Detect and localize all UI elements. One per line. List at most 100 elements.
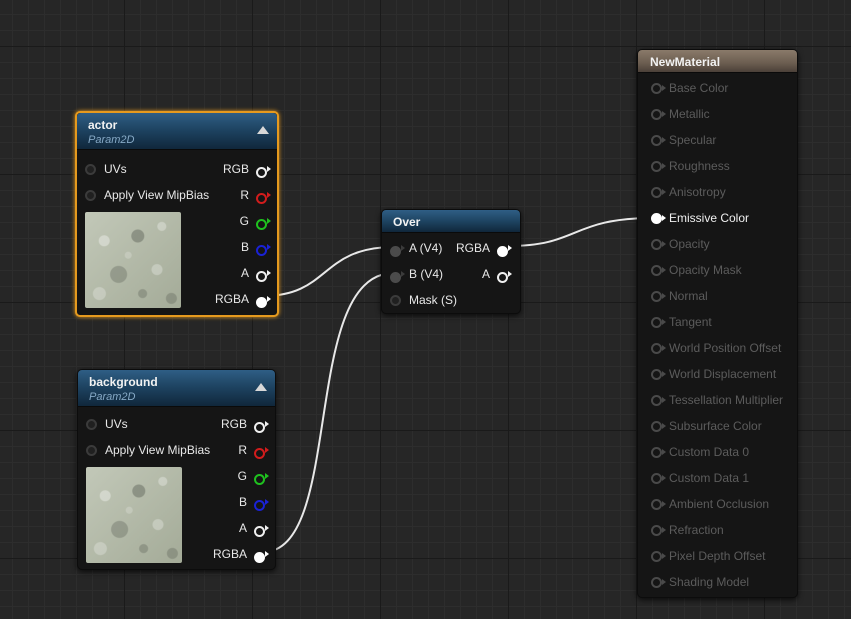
pin-label: Roughness xyxy=(669,159,730,173)
texture-preview xyxy=(86,467,182,563)
pin-rgba[interactable]: RGBA xyxy=(207,291,271,308)
pin-label: A (V4) xyxy=(409,241,443,255)
pin-icon[interactable] xyxy=(86,445,97,456)
node-title: NewMaterial xyxy=(650,55,721,69)
pin-label: World Displacement xyxy=(669,367,777,381)
node-header[interactable]: NewMaterial xyxy=(638,50,797,73)
node-header[interactable]: actor Param2D xyxy=(77,113,277,150)
pin-a[interactable]: A xyxy=(205,520,269,537)
pin-icon[interactable] xyxy=(254,549,269,563)
pin-icon[interactable] xyxy=(256,216,271,230)
pin-icon[interactable] xyxy=(497,269,512,283)
pin-icon[interactable] xyxy=(651,161,666,172)
pin-label: A xyxy=(238,521,247,535)
pin-label: UVs xyxy=(104,162,127,176)
pin-icon[interactable] xyxy=(256,190,271,204)
pin-b[interactable]: B xyxy=(205,494,269,511)
pin-label: RGBA xyxy=(455,241,490,255)
node-material-result[interactable]: NewMaterial Base Color Metallic Specular Ro… xyxy=(637,49,798,598)
collapse-arrow-icon[interactable] xyxy=(255,383,267,391)
pin-icon[interactable] xyxy=(651,317,666,328)
node-header[interactable]: background Param2D xyxy=(78,370,275,407)
pin-label: Ambient Occlusion xyxy=(669,497,770,511)
graph-canvas[interactable]: actor Param2D UVs Apply View MipBias RGB… xyxy=(0,0,851,619)
pin-rgb[interactable]: RGB xyxy=(205,416,269,433)
pin-icon[interactable] xyxy=(651,109,666,120)
pin-g[interactable]: G xyxy=(207,213,271,230)
pin-label: Custom Data 0 xyxy=(669,445,750,459)
node-background[interactable]: background Param2D UVs Apply View MipBia… xyxy=(77,369,276,570)
pin-icon[interactable] xyxy=(390,295,401,306)
pin-a[interactable]: A xyxy=(448,266,512,283)
pin-label: RGBA xyxy=(214,292,249,306)
pin-icon[interactable] xyxy=(256,242,271,256)
wire-over-rgba-to-emissive[interactable] xyxy=(507,217,655,247)
pin-label: Tangent xyxy=(669,315,712,329)
node-header[interactable]: Over xyxy=(382,210,520,233)
pin-icon[interactable] xyxy=(254,445,269,459)
pin-a[interactable]: A xyxy=(207,265,271,282)
pin-icon[interactable] xyxy=(651,369,666,380)
pin-label: UVs xyxy=(105,417,128,431)
pin-icon[interactable] xyxy=(651,239,666,250)
pin-icon[interactable] xyxy=(390,269,405,283)
pin-icon[interactable] xyxy=(651,395,666,406)
collapse-arrow-icon[interactable] xyxy=(257,126,269,134)
pin-icon[interactable] xyxy=(651,551,666,562)
pin-icon[interactable] xyxy=(497,243,512,257)
node-title: Over xyxy=(393,215,421,229)
pin-rgb[interactable]: RGB xyxy=(207,161,271,178)
pin-label: World Position Offset xyxy=(669,341,782,355)
pin-icon[interactable] xyxy=(651,577,666,588)
pin-label: RGBA xyxy=(212,547,247,561)
pin-label: R xyxy=(240,188,249,202)
pin-icon[interactable] xyxy=(254,497,269,511)
pin-label: B (V4) xyxy=(409,267,444,281)
node-title: background xyxy=(89,375,158,389)
pin-icon[interactable] xyxy=(651,291,666,302)
pin-icon[interactable] xyxy=(254,419,269,433)
pin-icon[interactable] xyxy=(651,473,666,484)
pin-icon[interactable] xyxy=(651,525,666,536)
pin-label: G xyxy=(239,214,249,228)
pin-icon[interactable] xyxy=(651,343,666,354)
pin-icon[interactable] xyxy=(256,164,271,178)
wire-actor-rgba-to-over-a[interactable] xyxy=(262,246,395,297)
pin-icon[interactable] xyxy=(86,419,97,430)
pin-r[interactable]: R xyxy=(205,442,269,459)
pin-icon[interactable] xyxy=(85,164,96,175)
pin-icon[interactable] xyxy=(651,421,666,432)
pin-icon[interactable] xyxy=(651,213,666,224)
pin-icon[interactable] xyxy=(651,83,666,94)
node-subtitle: Param2D xyxy=(88,134,135,146)
pin-b[interactable]: B xyxy=(207,239,271,256)
pin-icon[interactable] xyxy=(254,523,269,537)
pin-label: B xyxy=(238,495,247,509)
pin-label: Opacity xyxy=(669,237,710,251)
pin-icon[interactable] xyxy=(651,135,666,146)
pin-icon[interactable] xyxy=(256,268,271,282)
wire-background-rgba-to-over-b[interactable] xyxy=(262,272,395,553)
pin-icon[interactable] xyxy=(651,187,666,198)
pin-icon[interactable] xyxy=(390,243,405,257)
pin-rgba[interactable]: RGBA xyxy=(205,546,269,563)
pin-icon[interactable] xyxy=(256,294,271,308)
pin-icon[interactable] xyxy=(651,265,666,276)
pin-icon[interactable] xyxy=(254,471,269,485)
pin-label: Metallic xyxy=(669,107,710,121)
pin-label: G xyxy=(237,469,247,483)
pin-label: A xyxy=(481,267,490,281)
pin-label: Refraction xyxy=(669,523,724,537)
node-subtitle: Param2D xyxy=(89,391,136,403)
pin-icon[interactable] xyxy=(85,190,96,201)
pin-rgba[interactable]: RGBA xyxy=(448,240,512,257)
pin-r[interactable]: R xyxy=(207,187,271,204)
pin-label: Anisotropy xyxy=(669,185,726,199)
node-actor[interactable]: actor Param2D UVs Apply View MipBias RGB… xyxy=(75,111,279,317)
node-over[interactable]: Over A (V4) B (V4) Mask (S) RGBA A xyxy=(381,209,521,314)
pin-icon[interactable] xyxy=(651,447,666,458)
pin-label: Shading Model xyxy=(669,575,750,589)
pin-label: Tessellation Multiplier xyxy=(669,393,784,407)
pin-g[interactable]: G xyxy=(205,468,269,485)
pin-icon[interactable] xyxy=(651,499,666,510)
